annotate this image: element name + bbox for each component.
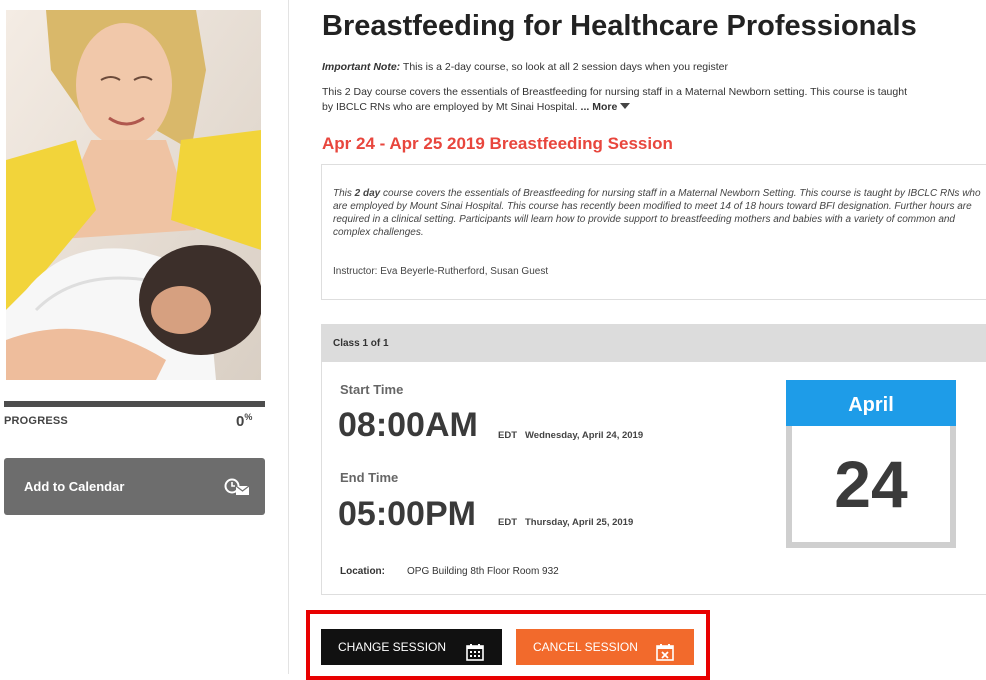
- session-title: Apr 24 - Apr 25 2019 Breastfeeding Sessi…: [322, 134, 673, 153]
- end-timezone: EDT: [498, 517, 517, 528]
- progress-bar: [4, 401, 265, 407]
- start-timezone-date: EDT Wednesday, April 24, 2019: [498, 430, 643, 441]
- cancel-session-button[interactable]: CANCEL SESSION: [516, 629, 694, 665]
- column-divider: [288, 0, 289, 674]
- end-date: Thursday, April 25, 2019: [525, 517, 634, 528]
- start-timezone: EDT: [498, 430, 517, 441]
- course-description: This 2 Day course covers the essentials …: [322, 85, 986, 115]
- session-desc-bold: 2 day: [354, 188, 381, 199]
- end-time-label: End Time: [340, 470, 399, 485]
- class-header: Class 1 of 1: [321, 324, 986, 362]
- session-desc-pre: This: [333, 188, 355, 199]
- progress-label: PROGRESS: [4, 415, 68, 427]
- start-time: 08:00AM: [338, 406, 478, 444]
- cancel-session-label: CANCEL SESSION: [533, 640, 638, 654]
- add-to-calendar-button[interactable]: Add to Calendar: [4, 458, 265, 515]
- calendar-icon: [466, 639, 484, 675]
- instructor: Instructor: Eva Beyerle-Rutherford, Susa…: [333, 266, 549, 277]
- calendar-date-badge: April 24: [786, 380, 956, 548]
- course-description-line1: This 2 Day course covers the essentials …: [322, 86, 907, 98]
- course-image: [6, 10, 261, 380]
- session-description-box: This 2 day course covers the essentials …: [321, 164, 986, 300]
- page-title: Breastfeeding for Healthcare Professiona…: [322, 10, 917, 42]
- important-note-label: Important Note:: [322, 61, 401, 73]
- more-link[interactable]: ... More: [581, 101, 631, 113]
- end-time: 05:00PM: [338, 495, 476, 533]
- location-label: Location:: [340, 566, 385, 577]
- course-description-line2: by IBCLC RNs who are employed by Mt Sina…: [322, 101, 581, 113]
- end-timezone-date: EDT Thursday, April 25, 2019: [498, 517, 633, 528]
- class-header-label: Class 1 of 1: [333, 338, 389, 349]
- calendar-cancel-icon: [656, 639, 674, 675]
- more-label: ... More: [580, 101, 618, 113]
- change-session-label: CHANGE SESSION: [338, 640, 447, 654]
- important-note: Important Note: This is a 2-day course, …: [322, 61, 728, 73]
- course-description-line2-wrap: by IBCLC RNs who are employed by Mt Sina…: [322, 100, 986, 115]
- calendar-day-box: 24: [786, 426, 956, 548]
- location-value: OPG Building 8th Floor Room 932: [407, 566, 559, 577]
- progress-value: 0%: [236, 412, 253, 430]
- important-note-text: This is a 2-day course, so look at all 2…: [400, 61, 728, 73]
- start-date: Wednesday, April 24, 2019: [525, 430, 644, 441]
- calendar-month: April: [786, 380, 956, 430]
- session-desc-post: course covers the essentials of Breastfe…: [333, 188, 981, 238]
- change-session-button[interactable]: CHANGE SESSION: [321, 629, 502, 665]
- calendar-day: 24: [792, 426, 950, 542]
- session-description: This 2 day course covers the essentials …: [333, 187, 983, 239]
- caret-down-icon: [620, 101, 631, 113]
- add-to-calendar-label: Add to Calendar: [24, 479, 125, 494]
- start-time-label: Start Time: [340, 382, 404, 397]
- clock-envelope-icon: [224, 478, 250, 501]
- progress-unit: %: [244, 412, 253, 422]
